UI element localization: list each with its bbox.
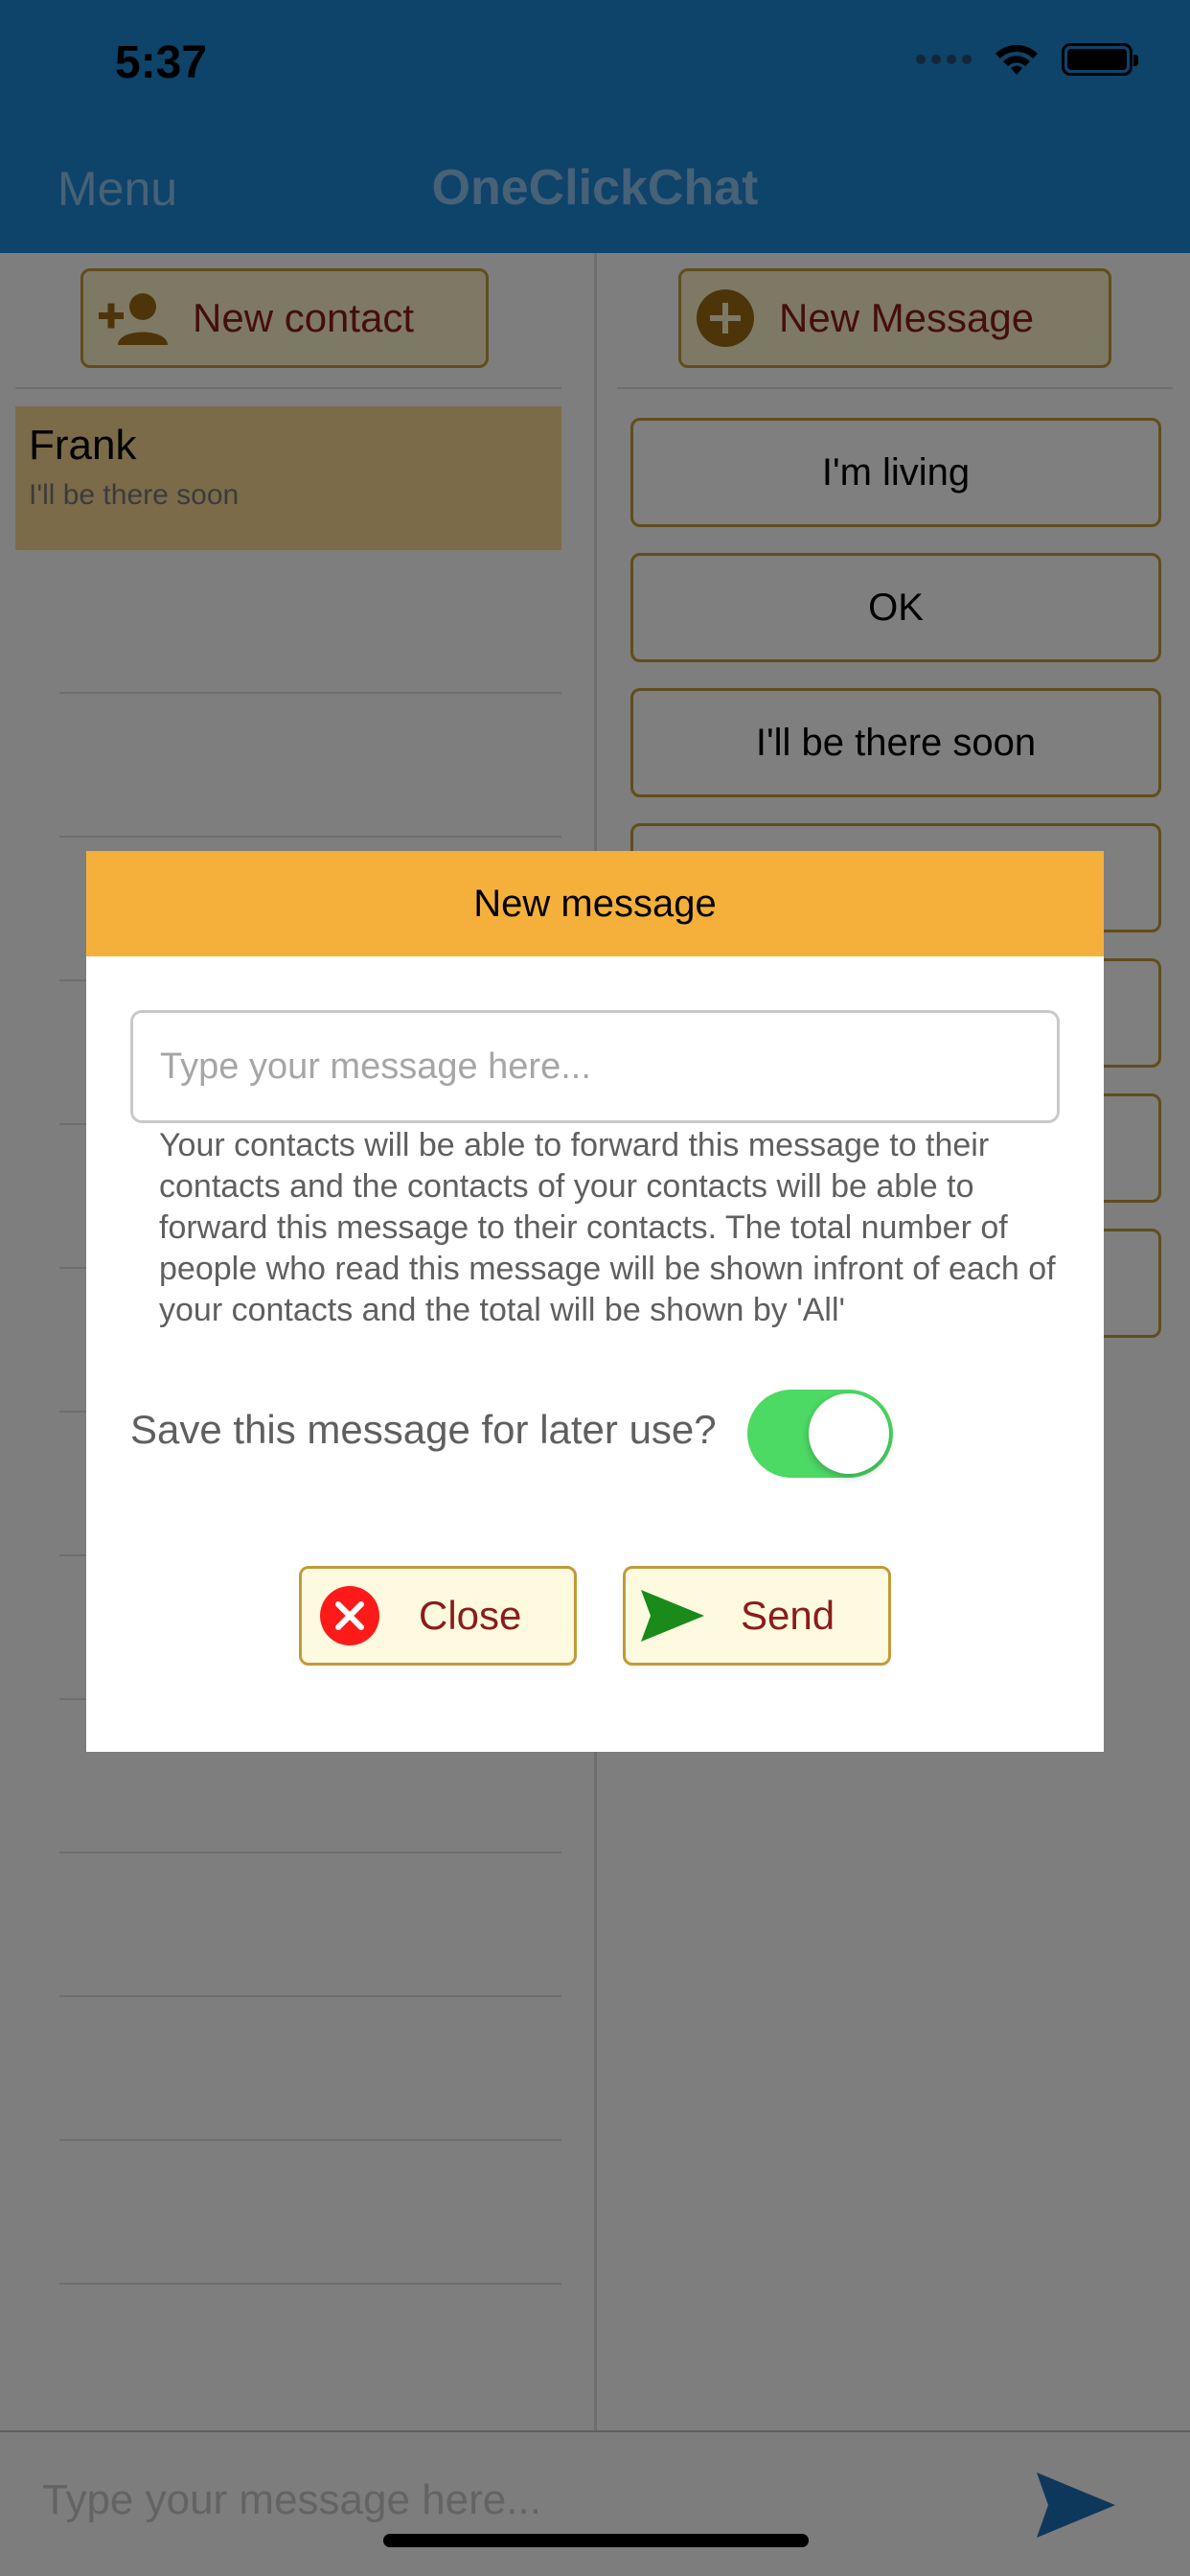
- close-circle-icon: [320, 1586, 379, 1645]
- send-label: Send: [741, 1593, 835, 1638]
- dialog-title: New message: [86, 851, 1104, 956]
- close-button[interactable]: Close: [299, 1566, 577, 1666]
- new-message-dialog: New message Your contacts will be able t…: [86, 851, 1104, 1752]
- forward-info-text: Your contacts will be able to forward th…: [159, 1127, 1056, 1328]
- save-message-label: Save this message for later use?: [130, 1407, 717, 1452]
- toggle-knob: [809, 1393, 889, 1474]
- message-input[interactable]: [130, 1010, 1060, 1123]
- save-message-toggle[interactable]: [747, 1390, 893, 1478]
- send-button[interactable]: Send: [623, 1566, 891, 1666]
- send-icon: [641, 1590, 704, 1642]
- close-label: Close: [419, 1593, 522, 1638]
